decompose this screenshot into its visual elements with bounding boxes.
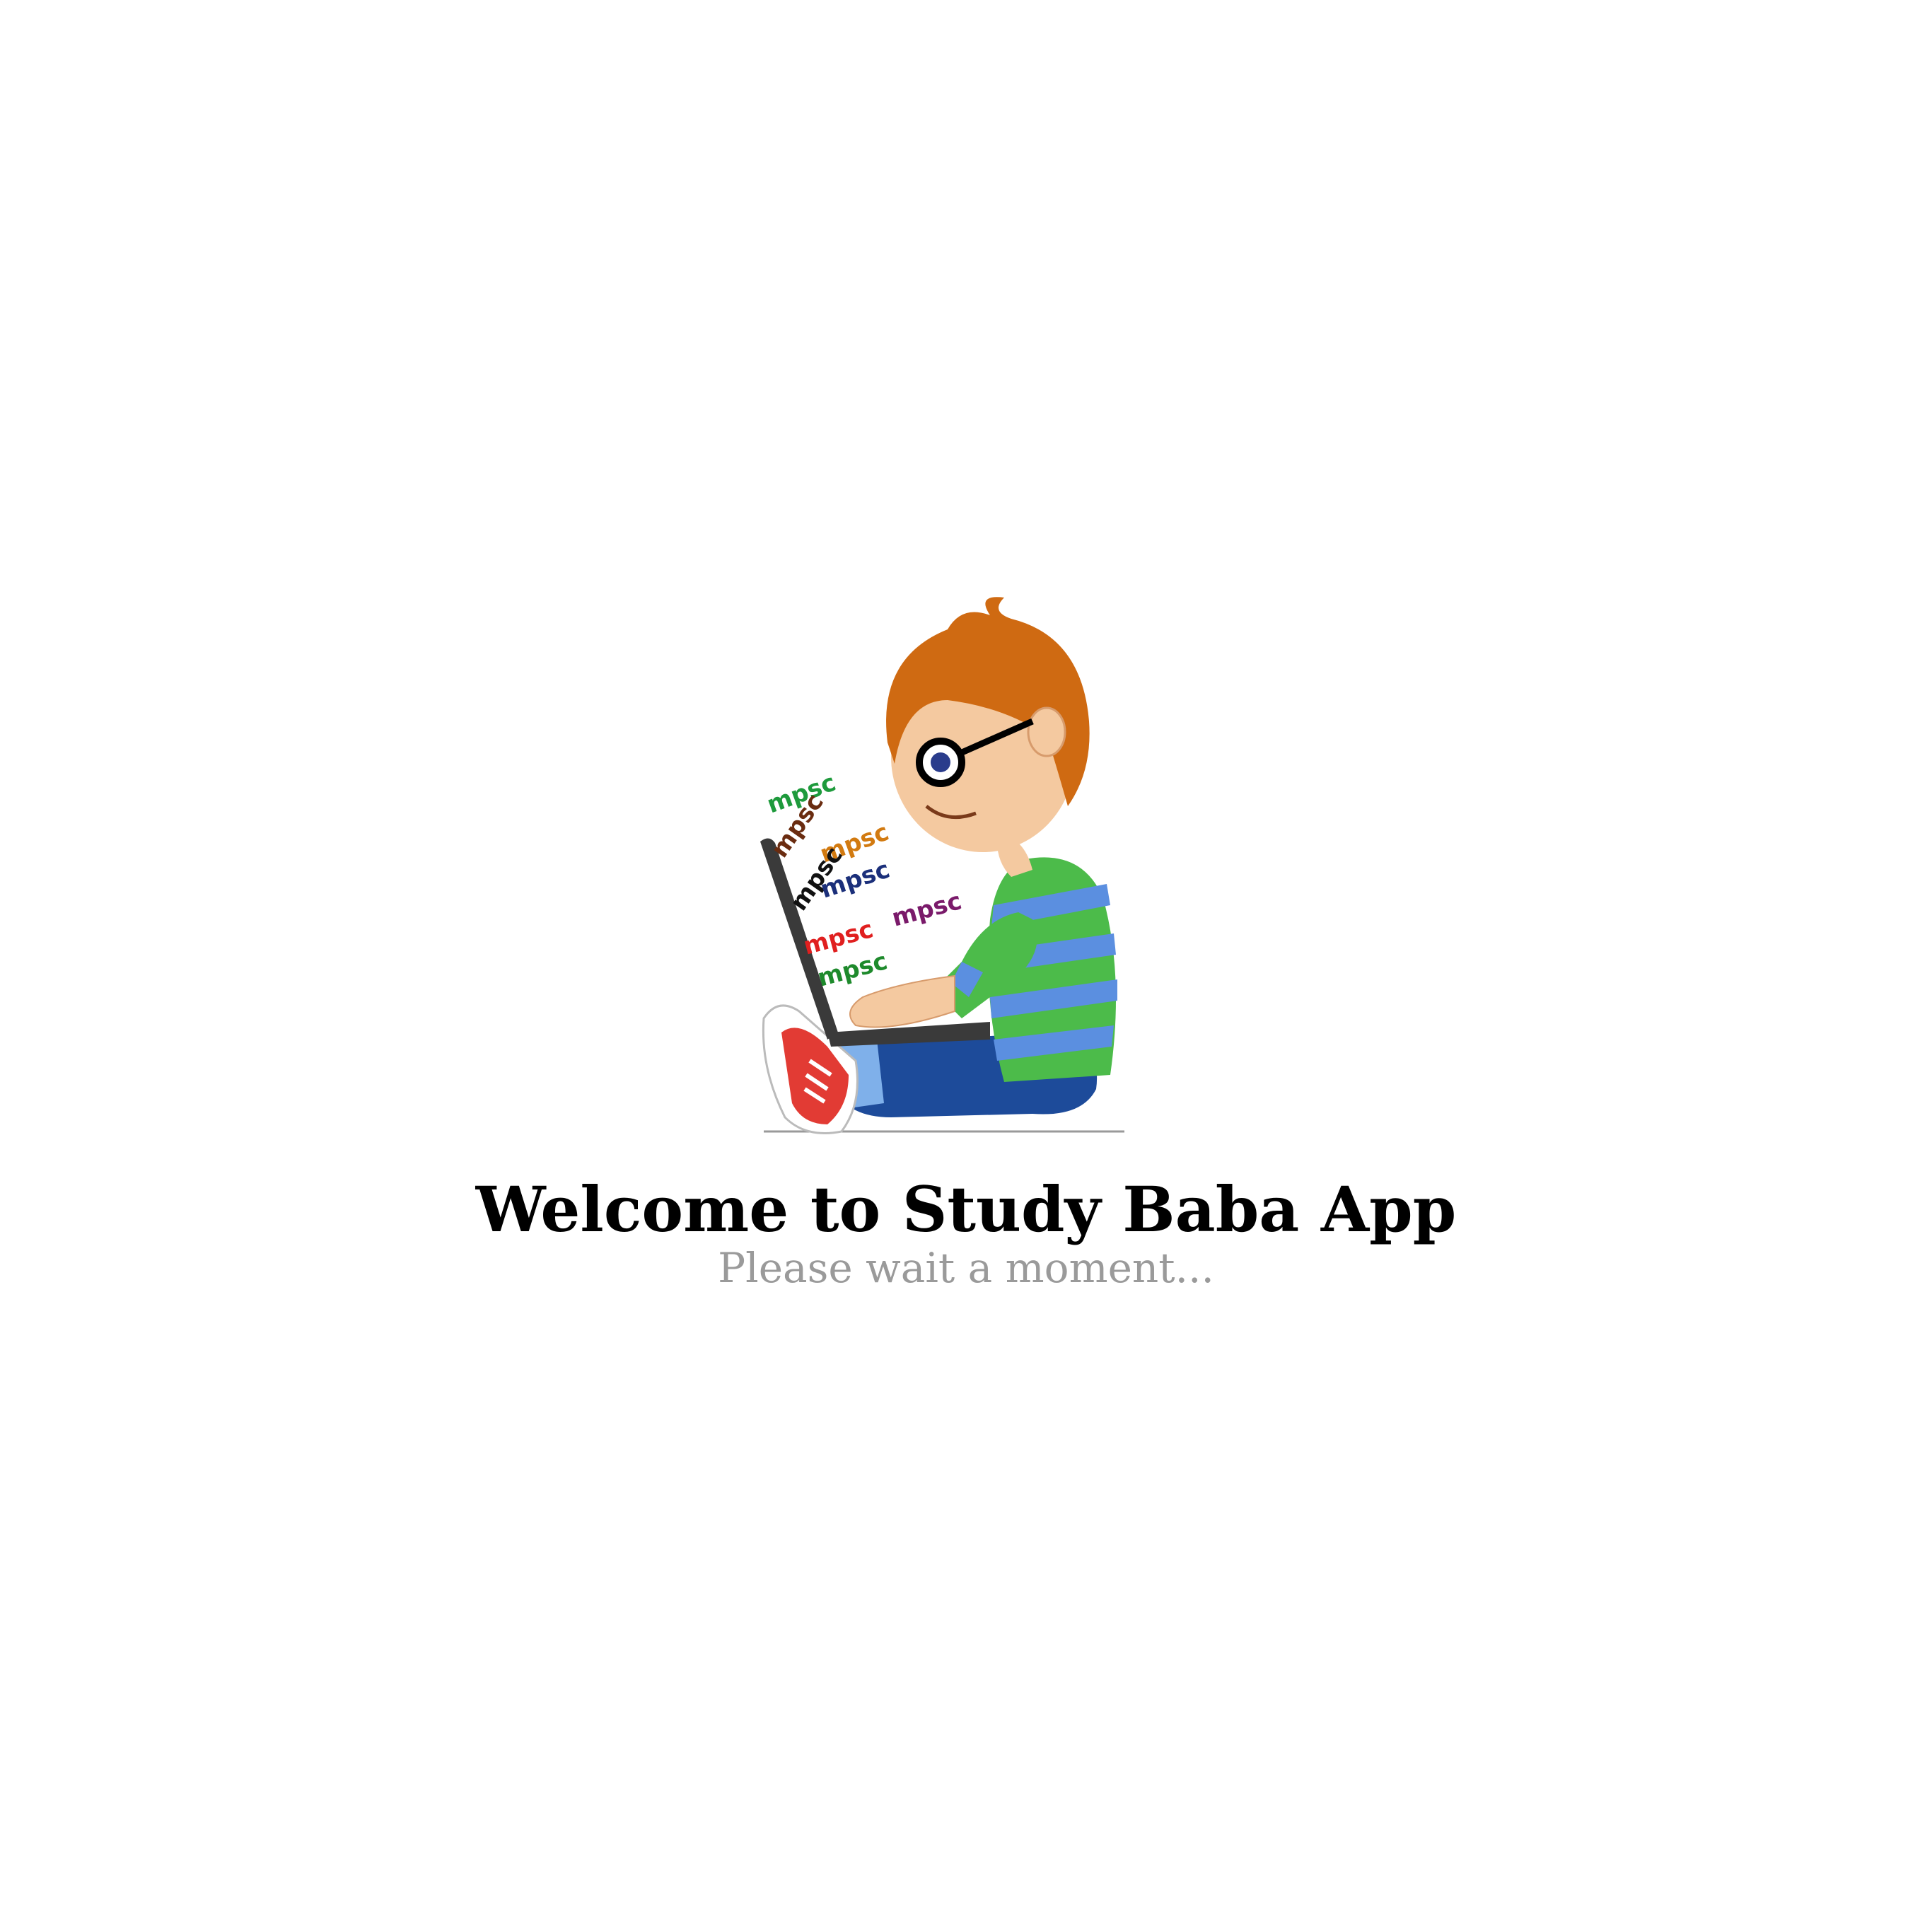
loading-subtitle: Please wait a moment... [718,1244,1214,1292]
splash-screen: mpsc mpsc mpsc mpsc mpsc mpsc mpsc mpsc … [0,0,1932,1932]
boy-with-laptop-icon: mpsc mpsc mpsc mpsc mpsc mpsc mpsc mpsc [750,580,1174,1160]
laptop-word: mpsc [889,887,965,933]
welcome-title: Welcome to Study Baba App [475,1172,1457,1246]
